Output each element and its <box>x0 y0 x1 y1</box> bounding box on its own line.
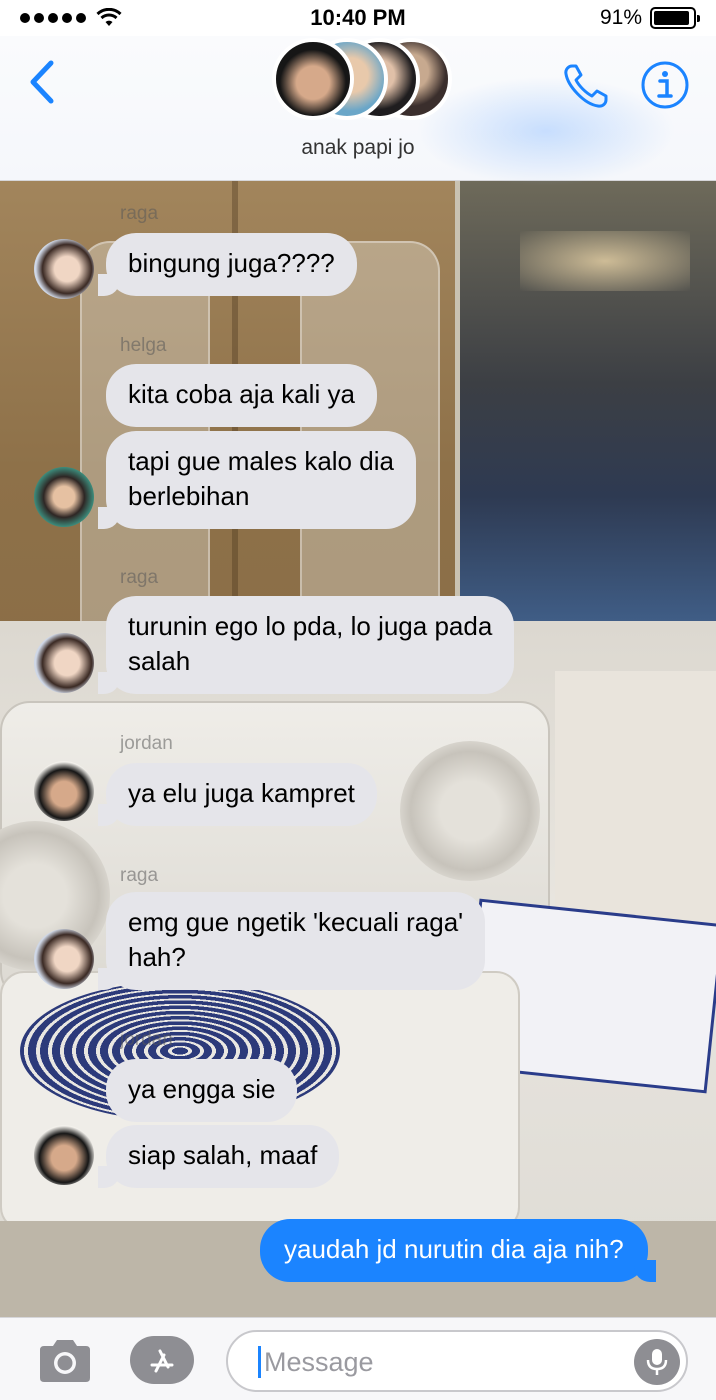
app-store-icon <box>150 1349 174 1373</box>
message-bubble[interactable]: ya elu juga kampret <box>98 763 377 826</box>
background-photo <box>400 741 540 881</box>
wifi-icon <box>96 8 122 26</box>
message-bubble[interactable]: kita coba aja kali ya <box>106 364 377 427</box>
avatar[interactable] <box>34 761 94 821</box>
sender-name: raga <box>120 865 159 886</box>
back-button[interactable] <box>22 54 62 110</box>
status-bar: 10:40 PM 91% <box>0 0 716 36</box>
camera-button[interactable] <box>36 1338 94 1384</box>
signal-strength-icon <box>20 13 86 23</box>
conversation-header: anak papi jo <box>0 36 716 186</box>
info-icon <box>641 61 689 109</box>
sender-name: raga <box>120 567 159 588</box>
message-bubble[interactable]: emg gue ngetik 'kecuali raga' hah? <box>97 892 486 990</box>
avatar[interactable] <box>34 467 94 527</box>
sent-message-bubble[interactable]: yaudah jd nurutin dia aja nih? <box>260 1219 656 1282</box>
app-store-button[interactable] <box>130 1336 194 1384</box>
text-cursor <box>258 1346 261 1378</box>
sender-name: jordan <box>120 1029 173 1050</box>
compose-bar <box>0 1317 716 1400</box>
avatar[interactable] <box>34 929 94 989</box>
avatar[interactable] <box>34 633 94 693</box>
group-avatar <box>272 38 354 120</box>
avatar[interactable] <box>34 239 94 299</box>
message-bubble[interactable]: turunin ego lo pda, lo juga pada salah <box>97 596 515 694</box>
message-list[interactable]: raga bingung juga???? helga kita coba aj… <box>0 181 716 1317</box>
sender-name: raga <box>120 203 159 224</box>
message-bubble[interactable]: bingung juga???? <box>98 233 357 296</box>
battery-percent: 91% <box>599 6 642 29</box>
message-bubble[interactable]: ya engga sie <box>106 1059 298 1122</box>
message-bubble[interactable]: tapi gue males kalo dia berlebihan <box>98 431 416 529</box>
microphone-button[interactable] <box>634 1339 680 1385</box>
status-left <box>20 8 122 28</box>
battery-level-fill <box>654 11 689 25</box>
background-photo <box>555 671 716 931</box>
background-photo <box>520 231 690 291</box>
battery-icon <box>650 7 700 29</box>
info-button[interactable] <box>640 60 690 110</box>
avatar[interactable] <box>34 1125 94 1185</box>
microphone-icon <box>646 1349 668 1375</box>
message-field[interactable] <box>226 1330 688 1392</box>
sender-name: helga <box>120 335 167 356</box>
camera-icon <box>40 1340 90 1382</box>
chevron-left-icon <box>30 60 54 104</box>
status-right: 91% <box>599 6 700 30</box>
group-avatar-stack[interactable] <box>272 38 452 124</box>
message-input[interactable] <box>264 1342 604 1382</box>
call-button[interactable] <box>560 60 612 112</box>
message-bubble[interactable]: siap salah, maaf <box>97 1125 340 1188</box>
sender-name: jordan <box>120 733 173 754</box>
phone-icon <box>564 64 608 108</box>
group-name[interactable]: anak papi jo <box>0 136 716 160</box>
header-glow <box>416 76 676 186</box>
